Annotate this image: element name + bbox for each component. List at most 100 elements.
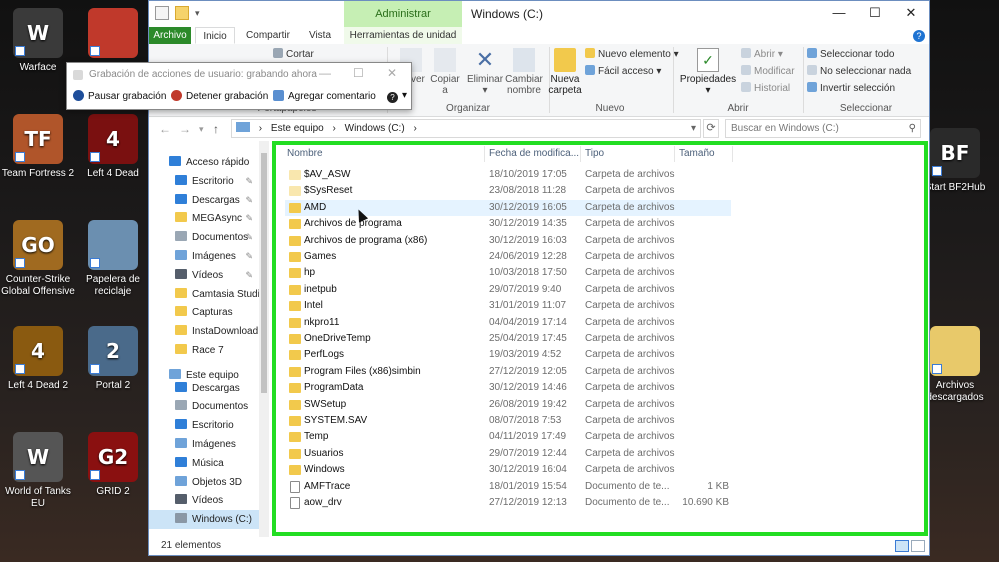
new-folder-button[interactable]: Nueva carpeta xyxy=(547,48,583,96)
edit-button[interactable]: Modificar xyxy=(741,65,795,79)
close-button[interactable]: ✕ xyxy=(893,1,929,27)
scrollbar-thumb[interactable] xyxy=(261,153,267,393)
desktop-icon-4[interactable]: GO Counter-Strike Global Offensive xyxy=(1,220,75,298)
nav-item[interactable]: Windows (C:) xyxy=(149,510,269,530)
steps-minimize-button[interactable]: — xyxy=(319,66,331,80)
desktop-icon-9[interactable]: G2 GRID 2 xyxy=(76,432,150,498)
pin-icon[interactable]: ✎ xyxy=(245,266,253,285)
stop-recording-button[interactable]: Detener grabación xyxy=(171,90,268,102)
refresh-button[interactable]: ⟳ xyxy=(703,119,719,138)
desktop-icon-7[interactable]: 2 Portal 2 xyxy=(76,326,150,392)
desktop-icon-label: Left 4 Dead xyxy=(87,168,139,179)
nav-item[interactable]: Descargas xyxy=(149,379,269,398)
document-icon xyxy=(175,400,187,411)
desktop-icon-3[interactable]: 4 Left 4 Dead xyxy=(76,114,150,180)
nav-item[interactable]: Imágenes xyxy=(149,435,269,454)
steps-maximize-button[interactable]: ☐ xyxy=(353,66,364,80)
steps-close-button[interactable]: ✕ xyxy=(387,66,397,80)
up-arrow-icon[interactable]: ↑ xyxy=(213,122,219,136)
back-arrow-icon[interactable]: ← xyxy=(159,122,171,136)
nav-item[interactable]: Descargas ✎ xyxy=(149,191,269,210)
nav-item[interactable]: Vídeos ✎ xyxy=(149,266,269,285)
pin-icon[interactable]: ✎ xyxy=(245,209,253,228)
desktop-icon-label: Warface xyxy=(19,62,57,73)
image-icon xyxy=(175,250,187,260)
desktop-icon-0[interactable]: W Warface xyxy=(1,8,75,74)
open-icon xyxy=(741,48,751,58)
cut-button[interactable]: Cortar xyxy=(273,48,314,62)
new-folder-qat-icon[interactable] xyxy=(175,6,189,20)
desktop-icon-6[interactable]: 4 Left 4 Dead 2 xyxy=(1,326,75,392)
desktop-icon-5[interactable]: Papelera de reciclaje xyxy=(76,220,150,298)
nav-item[interactable]: Música xyxy=(149,454,269,473)
nav-item[interactable]: Escritorio xyxy=(149,416,269,435)
minimize-button[interactable]: — xyxy=(821,1,857,27)
pin-icon[interactable]: ✎ xyxy=(245,172,253,191)
details-view-icon[interactable] xyxy=(895,540,909,552)
nav-item[interactable]: Escritorio ✎ xyxy=(149,172,269,191)
nav-item[interactable]: Objetos 3D xyxy=(149,473,269,492)
properties-qat-icon[interactable] xyxy=(155,6,169,20)
help-icon[interactable]: ? xyxy=(913,30,925,42)
rename-button[interactable]: Cambiar nombre xyxy=(503,48,545,96)
desktop-icon-2[interactable]: TF Team Fortress 2 xyxy=(1,114,75,180)
nav-item[interactable]: Imágenes ✎ xyxy=(149,247,269,266)
tab-herramientas-de-unidad[interactable]: Herramientas de unidad xyxy=(344,27,462,44)
nav-item[interactable]: Documentos ✎ xyxy=(149,228,269,247)
search-input[interactable]: Buscar en Windows (C:) ⚲ xyxy=(725,119,921,138)
star-icon xyxy=(169,156,181,166)
properties-button[interactable]: ✓ Propiedades ▾ xyxy=(679,48,737,96)
customize-qat-icon[interactable]: ▾ xyxy=(195,6,209,20)
nav-item[interactable]: Vídeos xyxy=(149,491,269,510)
nav-item-label: Vídeos xyxy=(192,269,224,281)
address-box[interactable]: › Este equipo › Windows (C:) › ▾ xyxy=(231,119,701,138)
tab-vista[interactable]: Vista xyxy=(303,27,337,44)
shortcut-arrow-icon xyxy=(15,470,25,480)
maximize-button[interactable]: ☐ xyxy=(857,1,893,27)
open-button[interactable]: Abrir ▾ xyxy=(741,48,783,62)
tab-inicio[interactable]: Inicio xyxy=(195,27,235,44)
delete-button[interactable]: ✕ Eliminar ▾ xyxy=(465,48,505,97)
image-icon xyxy=(175,438,187,448)
large-icons-view-icon[interactable] xyxy=(911,540,925,552)
pin-icon[interactable]: ✎ xyxy=(245,228,253,247)
history-button[interactable]: Historial xyxy=(741,82,790,96)
nav-item[interactable]: Capturas xyxy=(149,303,269,322)
pin-icon[interactable]: ✎ xyxy=(245,247,253,266)
pause-recording-button[interactable]: Pausar grabación xyxy=(73,90,166,102)
new-item-button[interactable]: Nuevo elemento ▾ xyxy=(585,48,679,62)
desktop-icon xyxy=(175,174,187,185)
navigation-scrollbar[interactable] xyxy=(259,141,269,537)
nav-item[interactable]: Race 7 xyxy=(149,341,269,360)
tab-compartir[interactable]: Compartir xyxy=(241,27,295,44)
desktop-icon-1[interactable] xyxy=(76,8,150,62)
tab-administrar[interactable]: Administrar xyxy=(344,1,462,27)
forward-arrow-icon[interactable]: → xyxy=(179,122,191,136)
invert-selection-button[interactable]: Invertir selección xyxy=(807,82,895,96)
select-none-button[interactable]: No seleccionar nada xyxy=(807,65,911,79)
copy-to-button[interactable]: Copiar a xyxy=(429,48,461,96)
app-glyph: G2 xyxy=(97,445,129,469)
add-comment-button[interactable]: Agregar comentario xyxy=(273,90,376,102)
nav-item[interactable]: Acceso rápido xyxy=(149,153,269,172)
desktop-icon-8[interactable]: W World of Tanks EU xyxy=(1,432,75,510)
tab-archivo[interactable]: Archivo xyxy=(149,27,191,44)
recent-locations-icon[interactable]: ▾ xyxy=(199,124,204,135)
cube-icon xyxy=(175,475,187,486)
nav-item-label: Capturas xyxy=(192,307,233,319)
breadcrumb-windows-c[interactable]: Windows (C:) xyxy=(345,123,405,134)
app-glyph: W xyxy=(26,445,50,469)
pin-icon[interactable]: ✎ xyxy=(245,191,253,210)
select-none-icon xyxy=(807,65,817,75)
rename-icon xyxy=(513,48,535,72)
nav-item-label: Acceso rápido xyxy=(186,157,250,168)
nav-item[interactable]: Camtasia Studio xyxy=(149,285,269,304)
select-all-button[interactable]: Seleccionar todo xyxy=(807,48,895,62)
nav-item[interactable]: InstaDownload xyxy=(149,322,269,341)
breadcrumb-este-equipo[interactable]: Este equipo xyxy=(271,123,324,134)
nav-item[interactable]: Documentos xyxy=(149,397,269,416)
address-dropdown-icon[interactable]: ▾ xyxy=(691,120,696,137)
easy-access-button[interactable]: Fácil acceso ▾ xyxy=(585,65,661,79)
steps-help-button[interactable]: ? ▾ xyxy=(387,90,407,103)
nav-item[interactable]: MEGAsync ✎ xyxy=(149,209,269,228)
